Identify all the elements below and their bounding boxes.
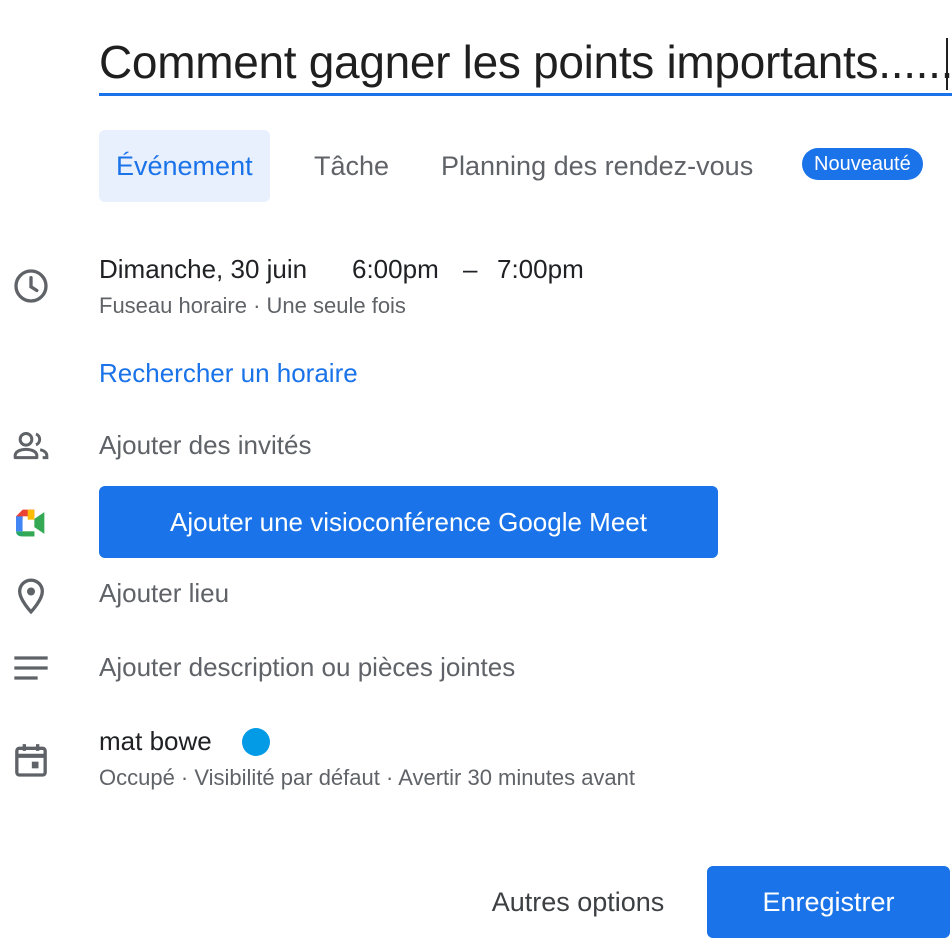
event-end-time[interactable]: 7:00pm bbox=[497, 254, 584, 285]
event-start-time[interactable]: 6:00pm bbox=[352, 254, 439, 285]
find-time-link[interactable]: Rechercher un horaire bbox=[99, 358, 358, 389]
add-guests-input[interactable]: Ajouter des invités bbox=[99, 430, 311, 461]
calendar-owner[interactable]: mat bowe bbox=[99, 726, 212, 757]
google-meet-icon bbox=[11, 503, 51, 543]
timezone-recurrence[interactable]: Fuseau horaire · Une seule fois bbox=[99, 293, 406, 319]
calendar-color-dot[interactable] bbox=[242, 728, 270, 756]
event-date[interactable]: Dimanche, 30 juin bbox=[99, 254, 307, 285]
location-pin-icon bbox=[11, 576, 51, 616]
add-location-input[interactable]: Ajouter lieu bbox=[99, 578, 229, 609]
tab-event[interactable]: Événement bbox=[99, 130, 270, 202]
availability-visibility-notification[interactable]: Occupé · Visibilité par défaut · Avertir… bbox=[99, 765, 635, 791]
tab-task[interactable]: Tâche bbox=[314, 130, 389, 202]
time-separator: – bbox=[463, 254, 478, 284]
people-icon bbox=[11, 426, 51, 466]
add-description-input[interactable]: Ajouter description ou pièces jointes bbox=[99, 652, 515, 683]
title-underline bbox=[99, 93, 952, 96]
text-caret bbox=[946, 38, 948, 90]
clock-icon bbox=[11, 266, 51, 306]
save-button[interactable]: Enregistrer bbox=[707, 866, 950, 938]
more-options-button[interactable]: Autres options bbox=[464, 866, 692, 938]
description-icon bbox=[11, 648, 51, 688]
new-badge: Nouveauté bbox=[802, 148, 923, 180]
tab-appointment-schedule[interactable]: Planning des rendez-vous bbox=[441, 130, 753, 202]
add-google-meet-button[interactable]: Ajouter une visioconférence Google Meet bbox=[99, 486, 718, 558]
calendar-icon bbox=[11, 740, 51, 780]
event-title-input[interactable] bbox=[99, 30, 952, 94]
